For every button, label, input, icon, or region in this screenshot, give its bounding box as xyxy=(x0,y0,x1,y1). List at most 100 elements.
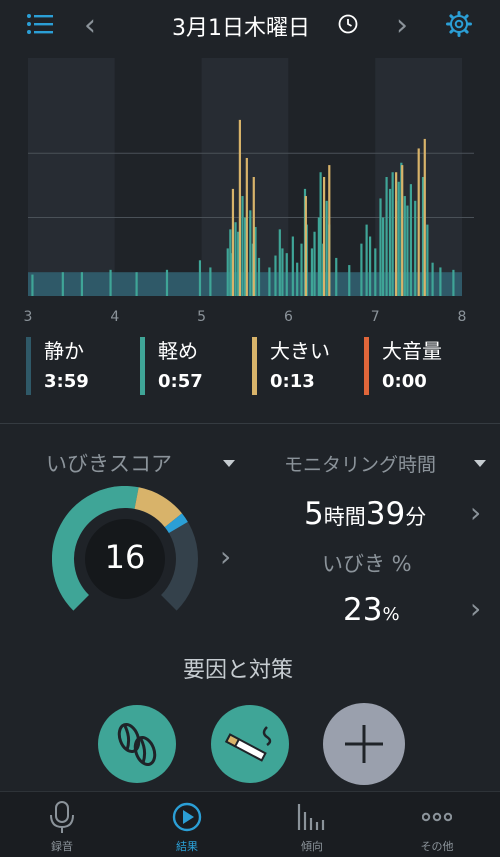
chart-bar xyxy=(234,222,237,296)
duration-hours-unit: 時間 xyxy=(323,505,366,529)
nav-item-more[interactable]: その他 xyxy=(392,792,482,857)
chart-bar xyxy=(414,200,417,296)
chart-bar xyxy=(395,172,398,296)
gear-icon[interactable] xyxy=(446,11,472,37)
chart-bar xyxy=(365,224,368,296)
play-circle-icon xyxy=(172,802,202,832)
duration-minutes-unit: 分 xyxy=(405,505,427,529)
legend-label: 軽め xyxy=(158,339,198,363)
legend-label: 静か xyxy=(44,339,84,363)
chart-bar xyxy=(245,157,248,296)
coffee-factor-button[interactable] xyxy=(98,705,176,783)
chart-bar xyxy=(452,269,455,296)
next-day-button[interactable]: › xyxy=(396,8,408,43)
chart-bar xyxy=(382,217,385,296)
microphone-icon xyxy=(50,801,74,833)
legend-swatch xyxy=(26,337,31,395)
header-bar: ‹ 3月1日木曜日 › xyxy=(0,0,500,50)
chart-bar xyxy=(304,196,307,296)
snore-percent: 23% xyxy=(343,592,400,628)
nav-item-trends[interactable]: 傾向 xyxy=(267,792,357,857)
chart-bar xyxy=(360,243,363,296)
chevron-down-icon[interactable] xyxy=(223,460,235,467)
chart-bar xyxy=(278,229,281,296)
nav-label: 傾向 xyxy=(301,840,323,853)
legend-value: 0:13 xyxy=(270,371,315,392)
bottom-nav: 録音 結果 傾向 その他 xyxy=(0,791,500,857)
volume-legend: 静か 3:59 軽め 0:57 大きい 0:13 大音量 0:00 xyxy=(0,335,500,405)
legend-value: 3:59 xyxy=(44,371,89,392)
chart-bar xyxy=(319,172,322,296)
chart-bar xyxy=(391,172,394,296)
chart-bar xyxy=(61,272,64,296)
chart-bar xyxy=(397,181,400,296)
page-title: 3月1日木曜日 xyxy=(172,16,310,41)
x-tick-label: 5 xyxy=(197,309,206,325)
chart-bar xyxy=(431,262,434,296)
legend-swatch xyxy=(140,337,145,395)
chart-bar xyxy=(109,269,112,296)
legend-label: 大きい xyxy=(270,339,330,363)
coffee-bean-icon xyxy=(117,722,157,767)
snore-percent-unit: % xyxy=(382,604,400,625)
hour-band xyxy=(114,58,202,296)
legend-label: 大音量 xyxy=(382,339,442,363)
chart-bar xyxy=(238,119,241,296)
legend-swatch xyxy=(252,337,257,395)
hour-band xyxy=(28,58,115,296)
nav-item-record[interactable]: 録音 xyxy=(17,792,107,857)
chart-bar xyxy=(388,188,392,296)
more-icon xyxy=(422,812,452,822)
chevron-right-icon[interactable]: › xyxy=(470,496,481,529)
chart-bar xyxy=(374,248,377,296)
nav-label: その他 xyxy=(420,840,454,853)
chart-bar xyxy=(439,267,442,296)
nav-label: 録音 xyxy=(51,840,73,853)
chart-bar xyxy=(322,177,326,296)
chart-bar xyxy=(328,165,331,296)
chart-bar xyxy=(226,248,229,296)
chart-bar xyxy=(285,253,288,296)
chart-bar xyxy=(241,196,244,296)
chart-bar xyxy=(325,200,328,296)
nav-label: 結果 xyxy=(176,840,198,853)
x-tick-label: 3 xyxy=(24,309,33,325)
chevron-down-icon[interactable] xyxy=(474,460,486,467)
chart-bar xyxy=(406,205,409,296)
chart-bar xyxy=(274,255,277,296)
previous-day-button[interactable]: ‹ xyxy=(84,8,96,43)
snore-timeline-chart: 3 4 5 6 7 8 xyxy=(0,50,500,325)
nav-item-results[interactable]: 結果 xyxy=(142,792,232,857)
chart-bar xyxy=(409,184,412,296)
snore-percent-label: いびき % xyxy=(322,552,412,576)
cigarette-icon xyxy=(224,726,272,762)
chart-bar xyxy=(403,196,406,296)
chart-bar xyxy=(423,138,426,296)
plus-icon xyxy=(345,725,383,763)
chart-bar xyxy=(417,148,420,296)
chart-bar xyxy=(80,272,84,296)
factors-title: 要因と対策 xyxy=(183,658,294,683)
chart-bar xyxy=(135,272,138,296)
snore-percent-value: 23 xyxy=(343,592,383,628)
chart-bar xyxy=(368,236,372,296)
chevron-right-icon[interactable]: › xyxy=(470,592,481,625)
monitoring-time-dropdown[interactable]: モニタリング時間 xyxy=(284,450,436,477)
legend-value: 0:57 xyxy=(158,371,203,392)
legend-swatch xyxy=(364,337,369,395)
chart-bar xyxy=(310,248,314,296)
chevron-right-icon[interactable]: › xyxy=(220,540,231,573)
chart-bar xyxy=(165,269,169,296)
chart-bar xyxy=(313,231,316,296)
add-factor-button[interactable] xyxy=(323,703,405,785)
chart-bar xyxy=(268,267,271,296)
chart-bar xyxy=(296,262,299,296)
gauge-segment-loud xyxy=(164,513,188,534)
list-icon[interactable] xyxy=(26,12,54,36)
section-divider xyxy=(0,423,500,424)
snore-score-dropdown[interactable]: いびきスコア xyxy=(46,448,172,478)
snore-score-value: 16 xyxy=(104,538,146,576)
smoking-factor-button[interactable] xyxy=(211,705,289,783)
x-tick-label: 8 xyxy=(458,309,467,325)
chart-bar xyxy=(401,165,404,296)
